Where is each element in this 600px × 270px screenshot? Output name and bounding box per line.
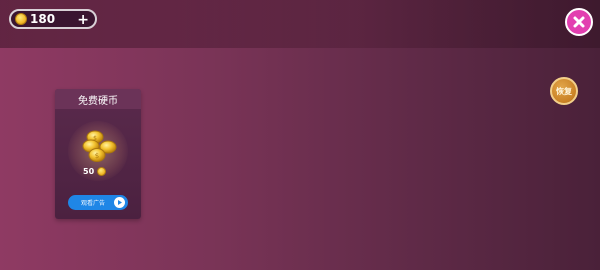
restore-label: 恢复 (556, 86, 572, 96)
play-icon (114, 197, 125, 208)
svg-text:$: $ (93, 135, 97, 142)
coin-pile-icon: $ $ (82, 130, 117, 162)
coin-icon (15, 13, 27, 25)
card-title: 免费硬币 (78, 95, 118, 107)
watch-ad-button[interactable]: 观看广告 (68, 195, 128, 210)
watch-ad-label: 观看广告 (81, 200, 106, 207)
close-icon (573, 16, 585, 28)
svg-text:$: $ (95, 152, 99, 160)
reward-amount: 50 (83, 167, 107, 176)
coin-icon (97, 167, 107, 176)
card-header: 免费硬币 (55, 89, 141, 109)
coin-counter[interactable]: 180 + (9, 9, 97, 29)
add-coins-icon[interactable]: + (77, 12, 89, 28)
restore-button[interactable]: 恢复 (550, 77, 578, 105)
reward-value: 50 (83, 167, 95, 176)
close-button[interactable] (565, 8, 593, 36)
coin-count: 180 (30, 12, 56, 26)
free-coins-card: 免费硬币 $ $ 50 观看广告 (55, 89, 141, 219)
